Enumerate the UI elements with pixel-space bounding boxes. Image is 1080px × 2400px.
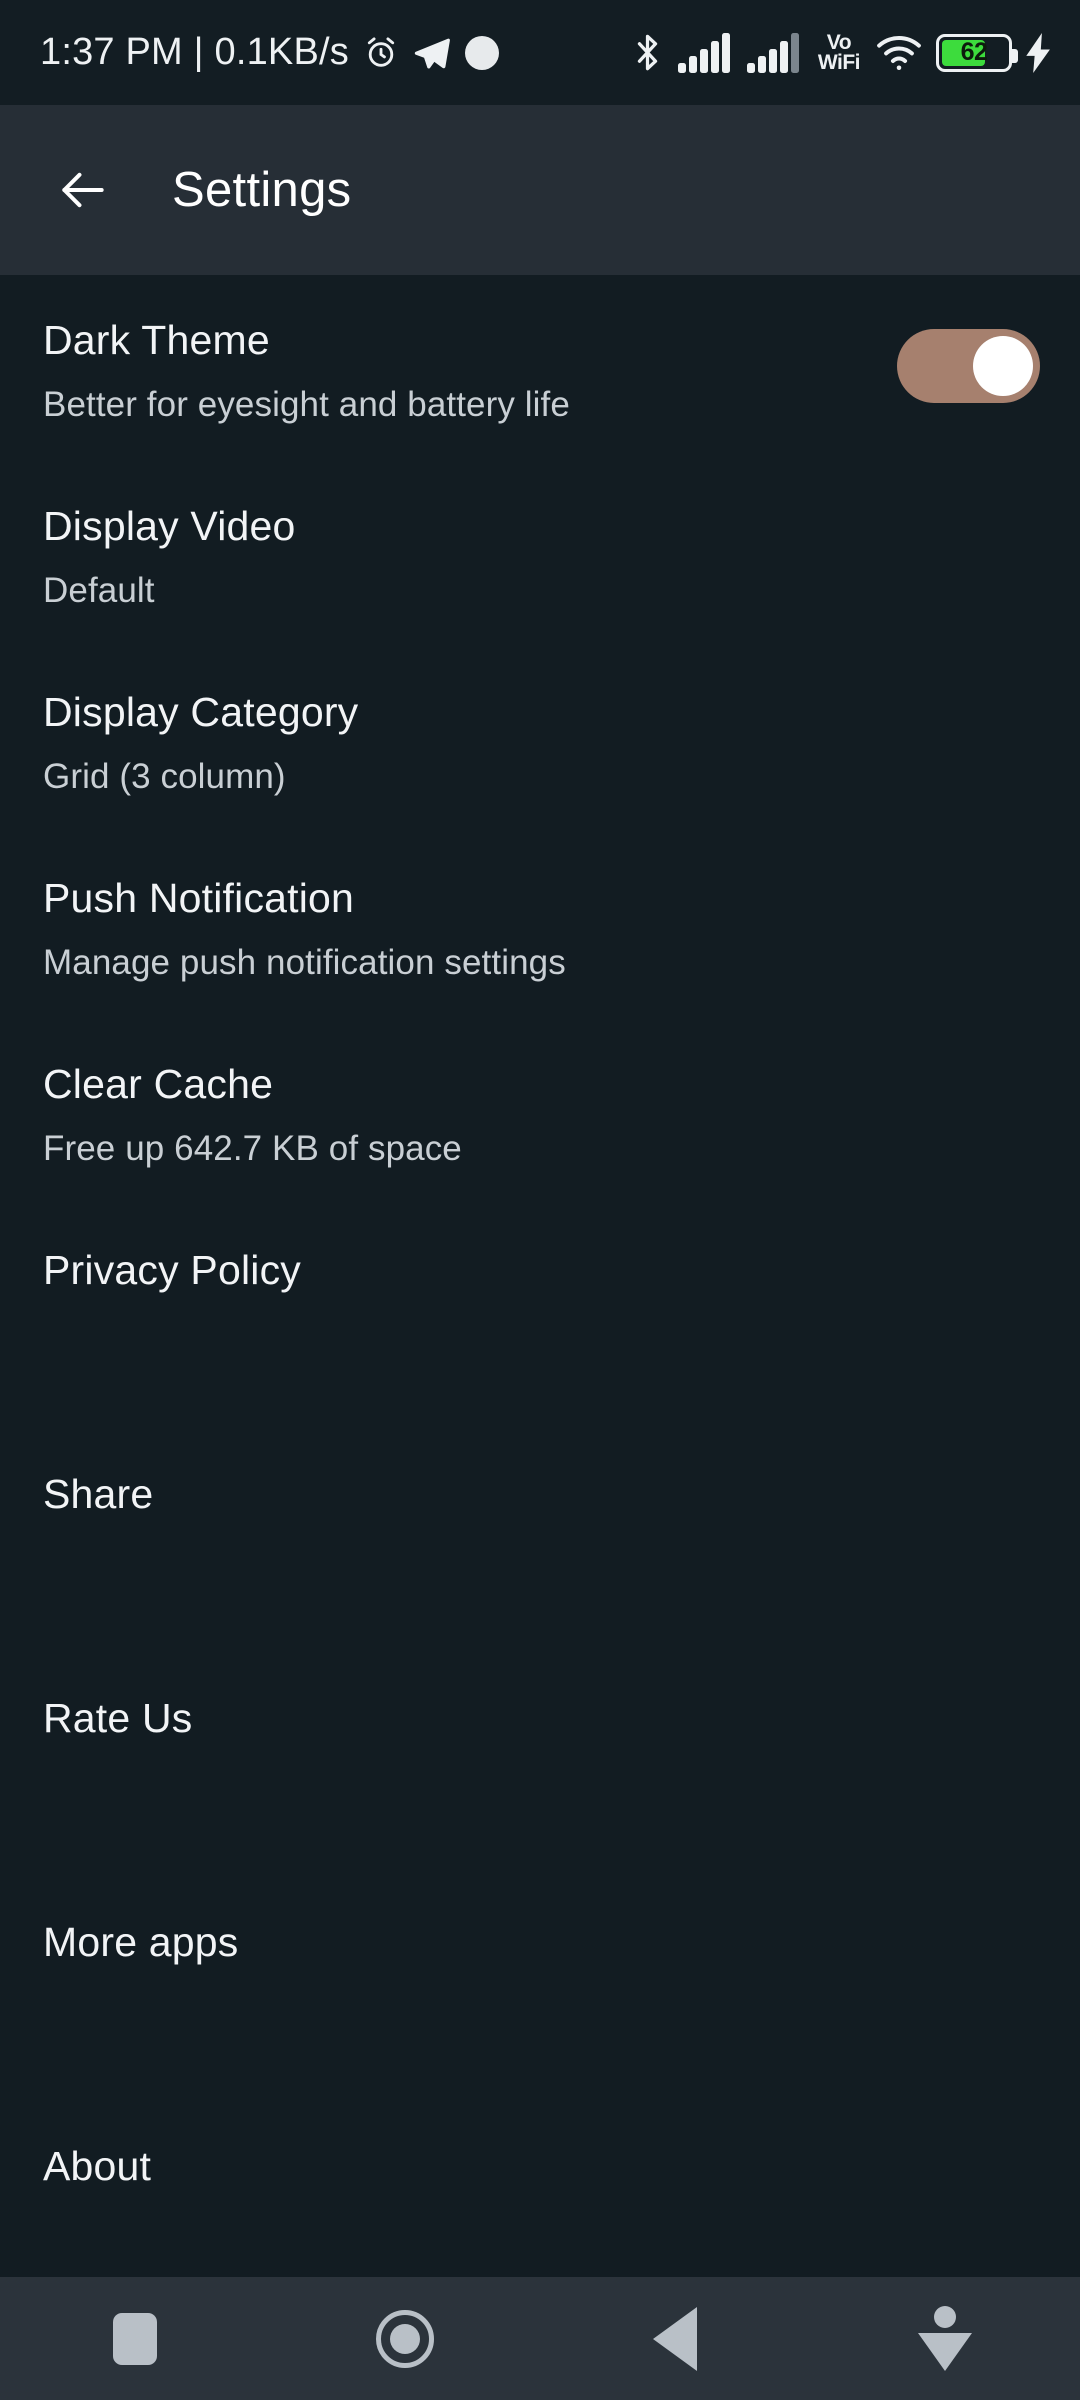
- setting-title: Share: [43, 1471, 154, 1517]
- telegram-icon: [413, 34, 451, 72]
- setting-texts: Display Category Grid (3 column): [43, 689, 1040, 797]
- settings-list: Dark Theme Better for eyesight and batte…: [0, 275, 1080, 2277]
- vowifi-line-2: WiFi: [817, 50, 861, 74]
- charging-bolt-icon: [1026, 32, 1052, 73]
- pull-down-icon: [918, 2306, 972, 2371]
- setting-title: Dark Theme: [43, 317, 270, 363]
- setting-texts: About: [43, 2143, 1040, 2189]
- setting-row-more-apps[interactable]: More apps: [0, 1919, 1080, 2029]
- setting-subtitle: Default: [43, 571, 155, 611]
- back-button[interactable]: [46, 153, 120, 227]
- setting-row-rate-us[interactable]: Rate Us: [0, 1695, 1080, 1805]
- setting-row-clear-cache[interactable]: Clear Cache Free up 642.7 KB of space: [0, 1061, 1080, 1171]
- nav-back-button[interactable]: [540, 2277, 810, 2400]
- android-navigation-bar: [0, 2277, 1080, 2400]
- vowifi-icon: Vo WiFi: [817, 30, 861, 74]
- setting-texts: Push Notification Manage push notificati…: [43, 875, 1040, 983]
- alarm-clock-icon: [363, 35, 399, 71]
- phone-screen: 1:37 PM | 0.1KB/s Vo WiFi 62 Settings Da…: [0, 0, 1080, 2400]
- home-circle-inner: [390, 2323, 420, 2354]
- setting-texts: Dark Theme Better for eyesight and batte…: [43, 317, 897, 425]
- app-bar: Settings: [0, 105, 1080, 275]
- setting-texts: Share: [43, 1471, 1040, 1517]
- signal-bars-sim1-icon: [677, 32, 733, 73]
- battery-percent-label: 62: [960, 38, 988, 66]
- setting-title: Rate Us: [43, 1695, 193, 1741]
- status-bar: 1:37 PM | 0.1KB/s Vo WiFi 62: [0, 0, 1080, 105]
- setting-subtitle: Better for eyesight and battery life: [43, 385, 570, 425]
- vowifi-line-1: Vo: [826, 30, 852, 54]
- setting-title: Clear Cache: [43, 1061, 274, 1107]
- nav-recents-button[interactable]: [0, 2277, 270, 2400]
- setting-title: More apps: [43, 1919, 239, 1965]
- pull-down-chevron: [918, 2333, 972, 2371]
- setting-row-privacy-policy[interactable]: Privacy Policy: [0, 1247, 1080, 1357]
- dark-theme-toggle[interactable]: [897, 329, 1040, 403]
- wifi-icon: [876, 35, 922, 71]
- nav-pull-down-button[interactable]: [810, 2277, 1080, 2400]
- setting-row-about[interactable]: About: [0, 2143, 1080, 2253]
- setting-texts: More apps: [43, 1919, 1040, 1965]
- setting-texts: Clear Cache Free up 642.7 KB of space: [43, 1061, 1040, 1169]
- setting-title: Push Notification: [43, 875, 355, 921]
- recents-square-icon: [113, 2312, 157, 2365]
- setting-subtitle: Free up 642.7 KB of space: [43, 1129, 462, 1169]
- setting-texts: Privacy Policy: [43, 1247, 1040, 1293]
- setting-row-push-notification[interactable]: Push Notification Manage push notificati…: [0, 875, 1080, 985]
- bluetooth-icon: [631, 31, 664, 74]
- status-clock-and-network-speed: 1:37 PM | 0.1KB/s: [40, 31, 349, 73]
- setting-row-share[interactable]: Share: [0, 1471, 1080, 1581]
- back-triangle-icon: [653, 2306, 697, 2371]
- notification-dot-icon: [464, 35, 499, 70]
- setting-row-display-video[interactable]: Display Video Default: [0, 503, 1080, 613]
- home-circle-icon: [376, 2309, 434, 2368]
- arrow-left-icon: [55, 162, 111, 218]
- setting-texts: Display Video Default: [43, 503, 1040, 611]
- status-bar-right: Vo WiFi 62: [631, 31, 1052, 74]
- pull-down-dot: [934, 2306, 956, 2328]
- setting-title: About: [43, 2143, 152, 2189]
- setting-title: Display Category: [43, 689, 359, 735]
- setting-row-dark-theme[interactable]: Dark Theme Better for eyesight and batte…: [0, 317, 1080, 427]
- setting-texts: Rate Us: [43, 1695, 1040, 1741]
- setting-row-display-category[interactable]: Display Category Grid (3 column): [0, 689, 1080, 799]
- page-title: Settings: [172, 163, 352, 217]
- nav-home-button[interactable]: [270, 2277, 540, 2400]
- battery-icon: 62: [936, 33, 1018, 72]
- signal-bars-sim2-icon: [746, 32, 802, 73]
- setting-subtitle: Manage push notification settings: [43, 943, 566, 983]
- status-bar-left: 1:37 PM | 0.1KB/s: [40, 31, 499, 74]
- setting-subtitle: Grid (3 column): [43, 757, 286, 797]
- setting-title: Display Video: [43, 503, 296, 549]
- setting-title: Privacy Policy: [43, 1247, 301, 1293]
- toggle-knob: [973, 336, 1033, 396]
